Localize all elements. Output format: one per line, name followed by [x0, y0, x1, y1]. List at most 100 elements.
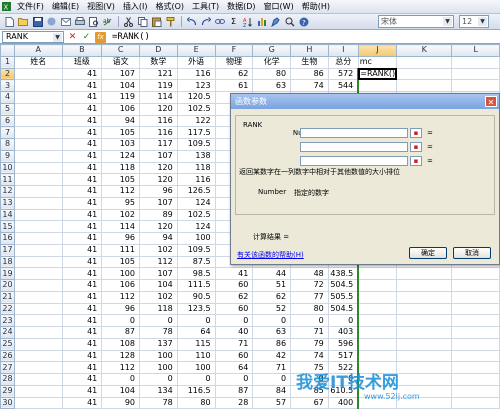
cell-b8[interactable]: 41	[61, 138, 103, 151]
cell-f24[interactable]: 40	[214, 326, 254, 339]
cell-b6[interactable]: 41	[61, 114, 103, 128]
cell-i21[interactable]: 505.5	[327, 290, 359, 304]
help-icon[interactable]: ?	[297, 16, 310, 28]
row-header[interactable]: 8	[0, 138, 15, 151]
cell-e14[interactable]: 102.5	[176, 208, 216, 222]
cell-g28[interactable]: 0	[252, 373, 292, 386]
cell-f29[interactable]: 87	[214, 384, 254, 398]
row-header[interactable]: 22	[0, 302, 15, 316]
ok-button[interactable]: 确定	[409, 247, 447, 259]
cell-k26[interactable]	[396, 349, 453, 363]
cell-l22[interactable]	[451, 302, 500, 316]
cell-b13[interactable]: 41	[61, 196, 103, 210]
cell-e15[interactable]: 124	[176, 220, 216, 233]
cell-b21[interactable]: 41	[61, 290, 103, 304]
cell-e12[interactable]: 126.5	[176, 185, 216, 198]
paste-icon[interactable]	[150, 16, 163, 28]
column-header-e[interactable]: E	[176, 44, 216, 57]
cell-e23[interactable]: 0	[176, 314, 216, 327]
row-header[interactable]: 27	[0, 361, 15, 374]
enter-formula-icon[interactable]: ✓	[81, 32, 92, 43]
cell-b25[interactable]: 41	[61, 337, 103, 351]
cell-e19[interactable]: 98.5	[176, 267, 216, 280]
insert-function-icon[interactable]: fx	[95, 31, 106, 43]
cell-h25[interactable]: 79	[290, 337, 329, 351]
sort-asc-icon[interactable]: AZ	[241, 16, 254, 28]
save-icon[interactable]	[31, 16, 44, 28]
cell-g19[interactable]: 44	[252, 267, 292, 280]
cell-l25[interactable]	[451, 337, 500, 351]
cell-a22[interactable]	[13, 302, 63, 316]
cell-h26[interactable]: 74	[290, 349, 329, 363]
cell-c3[interactable]: 104	[101, 79, 140, 92]
cell-g2[interactable]: 80	[252, 67, 292, 81]
cell-i23[interactable]: 0	[327, 314, 359, 327]
print-icon[interactable]	[73, 16, 86, 28]
cell-b20[interactable]: 41	[61, 279, 103, 292]
cell-k21[interactable]	[396, 290, 453, 304]
cell-h22[interactable]: 80	[290, 302, 329, 316]
cell-l29[interactable]	[451, 384, 500, 398]
cell-e10[interactable]: 118	[176, 161, 216, 175]
cell-c12[interactable]: 112	[101, 185, 140, 198]
cell-k28[interactable]	[396, 373, 453, 386]
cell-h20[interactable]: 72	[290, 279, 329, 292]
cell-j2[interactable]: =RANK()	[357, 67, 398, 81]
cell-a21[interactable]	[13, 290, 63, 304]
spellcheck-icon[interactable]: ab	[101, 16, 114, 28]
column-header-d[interactable]: D	[139, 44, 178, 57]
row-header[interactable]: 23	[0, 314, 15, 327]
cell-e28[interactable]: 0	[176, 373, 216, 386]
cell-c2[interactable]: 107	[101, 67, 140, 81]
cell-d10[interactable]: 120	[139, 161, 178, 175]
cell-f30[interactable]: 28	[214, 396, 254, 410]
cell-a24[interactable]	[13, 326, 63, 339]
cell-i19[interactable]: 438.5	[327, 267, 359, 280]
cell-i20[interactable]: 504.5	[327, 279, 359, 292]
cell-i22[interactable]: 504.5	[327, 302, 359, 316]
cell-i24[interactable]: 403	[327, 326, 359, 339]
cell-a18[interactable]	[13, 255, 63, 269]
cancel-formula-icon[interactable]: ✕	[67, 32, 78, 43]
cell-a25[interactable]	[13, 337, 63, 351]
cell-k24[interactable]	[396, 326, 453, 339]
cell-j19[interactable]	[357, 267, 398, 280]
cell-a12[interactable]	[13, 185, 63, 198]
row-header[interactable]: 24	[0, 326, 15, 339]
cell-k3[interactable]	[396, 79, 453, 92]
cell-h2[interactable]: 86	[290, 67, 329, 81]
cell-c25[interactable]: 108	[101, 337, 140, 351]
cell-c8[interactable]: 103	[101, 138, 140, 151]
row-header[interactable]: 11	[0, 173, 15, 186]
cut-icon[interactable]	[122, 16, 135, 28]
cell-d4[interactable]: 114	[139, 91, 178, 104]
cell-h23[interactable]: 0	[290, 314, 329, 327]
cell-d29[interactable]: 134	[139, 384, 178, 398]
cell-d16[interactable]: 94	[139, 232, 178, 245]
cell-b29[interactable]: 41	[61, 384, 103, 398]
cell-b27[interactable]: 41	[61, 361, 103, 374]
cell-d21[interactable]: 102	[139, 290, 178, 304]
cell-j23[interactable]	[357, 314, 398, 327]
row-header[interactable]: 1	[0, 55, 15, 69]
cell-f27[interactable]: 64	[214, 361, 254, 374]
cell-j3[interactable]	[357, 79, 398, 92]
ref-input[interactable]	[300, 142, 408, 152]
cell-d1[interactable]: 数学	[139, 55, 178, 69]
cancel-button[interactable]: 取消	[453, 247, 491, 259]
cell-g24[interactable]: 63	[252, 326, 292, 339]
cell-g23[interactable]: 0	[252, 314, 292, 327]
row-header[interactable]: 15	[0, 220, 15, 233]
close-icon[interactable]: ✕	[485, 96, 497, 107]
cell-c14[interactable]: 102	[101, 208, 140, 222]
cell-a3[interactable]	[13, 79, 63, 92]
permission-icon[interactable]	[45, 16, 58, 28]
column-header-j[interactable]: J	[357, 44, 398, 57]
cell-l21[interactable]	[451, 290, 500, 304]
cell-a7[interactable]	[13, 126, 63, 139]
email-icon[interactable]	[59, 16, 72, 28]
row-header[interactable]: 14	[0, 208, 15, 222]
collapse-dialog-icon[interactable]: ▪	[410, 156, 422, 166]
cell-g1[interactable]: 化学	[252, 55, 292, 69]
cell-j26[interactable]	[357, 349, 398, 363]
